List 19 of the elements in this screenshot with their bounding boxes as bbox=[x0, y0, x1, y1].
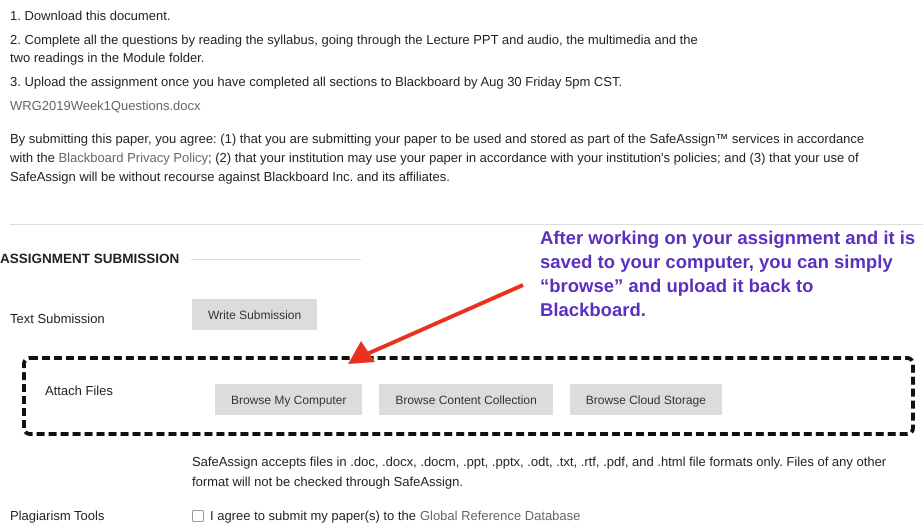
file-format-note: SafeAssign accepts files in .doc, .docx, .docm, .ppt, .pptx, .odt, .txt, .rtf, .pdf, and .html file formats only. Files of any other format will not be checked through SafeAssign. bbox=[192, 453, 888, 492]
agree-checkbox[interactable] bbox=[192, 510, 204, 522]
browse-button[interactable]: Browse Cloud Storage bbox=[570, 384, 722, 416]
browse-button[interactable]: Browse My Computer bbox=[215, 384, 362, 416]
agree-text: I agree to submit my paper(s) to the bbox=[210, 507, 416, 526]
instruction-text: 3. Upload the assignment once you have completed all sections to Blackboard by Aug 30 Friday 5pm CST. bbox=[10, 73, 624, 91]
annotation-text: After working on your assignment and it is saved to your computer, you can simply “browse” and upload it back to Blackboard. bbox=[540, 226, 916, 322]
attachment-link[interactable]: WRG2019Week1Questions.docx bbox=[10, 97, 201, 115]
disclaimer-text: By submitting this paper, you agree: (1) that you are submitting your paper to be used and stored as part of the SafeAssign™ services in accordance with the Blackboard Privacy Policy; (2) that your institution may use your paper in accordance with your institution's policies; and (3) that your use of SafeAssign will be without recourse against Blackboard Inc. and its affiliates. bbox=[9, 130, 866, 186]
instruction-text: 2. Complete all the questions by reading the syllabus, going through the Lecture PPT and audio, the multimedia and the two readings in the Module folder. bbox=[10, 31, 699, 67]
section-title: ASSIGNMENT SUBMISSION bbox=[0, 250, 180, 268]
field-label: Plagiarism Tools bbox=[9, 507, 106, 526]
browse-button[interactable]: Browse Content Collection bbox=[379, 384, 553, 416]
field-label: Attach Files bbox=[44, 382, 114, 400]
privacy-policy-link[interactable]: Blackboard Privacy Policy bbox=[58, 150, 208, 165]
write-submission-button[interactable]: Write Submission bbox=[192, 299, 318, 330]
reference-database-link[interactable]: Global Reference Database bbox=[420, 506, 580, 526]
field-label: Text Submission bbox=[9, 310, 106, 328]
instruction-text: 1. Download this document. bbox=[10, 7, 172, 25]
